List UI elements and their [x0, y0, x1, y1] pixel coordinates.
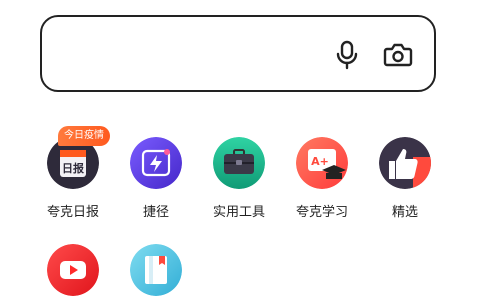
app-label: 夸克日报	[46, 205, 99, 220]
app-label: 精选	[391, 205, 418, 220]
book-icon	[130, 244, 182, 296]
home-screen: 今日疫情 日报 夸克日报 捷径 实用工具 A+ 夸克学习 精选	[0, 0, 480, 300]
app-tools[interactable]: 实用工具	[199, 137, 279, 227]
app-video[interactable]	[33, 244, 113, 300]
app-label: 夸克学习	[295, 205, 348, 220]
app-quark-daily[interactable]: 日报 夸克日报	[33, 137, 113, 227]
app-quark-study[interactable]: A+ 夸克学习	[282, 137, 362, 227]
app-shortcut[interactable]: 捷径	[116, 137, 196, 227]
news-badge: 今日疫情	[58, 126, 110, 146]
study-icon: A+	[296, 137, 348, 189]
app-reader[interactable]	[116, 244, 196, 300]
app-label: 实用工具	[212, 205, 265, 220]
daily-news-icon-text: 日报	[62, 161, 85, 175]
thumbs-up-icon	[379, 137, 431, 189]
app-label: 捷径	[142, 205, 169, 220]
search-input[interactable]	[58, 37, 322, 73]
shortcut-icon	[130, 137, 182, 189]
app-picks[interactable]: 精选	[365, 137, 445, 227]
microphone-icon[interactable]	[334, 40, 360, 70]
search-bar[interactable]	[40, 15, 436, 92]
toolbox-icon	[213, 137, 265, 189]
camera-icon[interactable]	[383, 41, 413, 69]
video-play-icon	[47, 244, 99, 296]
study-icon-text: A+	[311, 155, 329, 168]
